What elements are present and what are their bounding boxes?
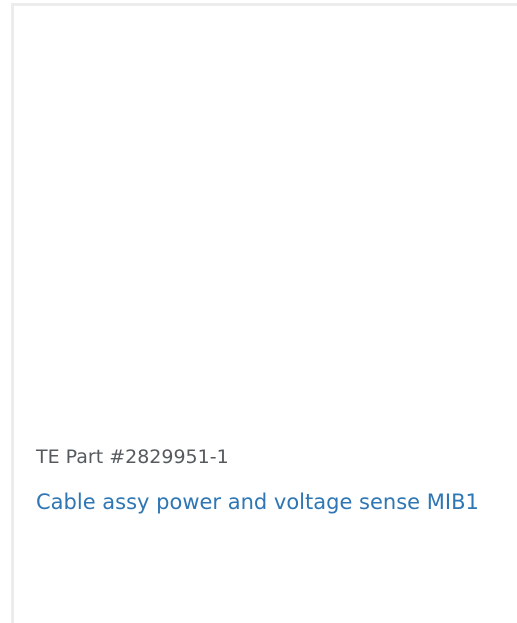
- part-number: TE Part #2829951-1: [36, 446, 229, 468]
- product-card[interactable]: TE Part #2829951-1 Cable assy power and …: [11, 3, 517, 623]
- product-image[interactable]: [14, 6, 517, 426]
- product-title-link[interactable]: Cable assy power and voltage sense MIB1: [36, 483, 506, 521]
